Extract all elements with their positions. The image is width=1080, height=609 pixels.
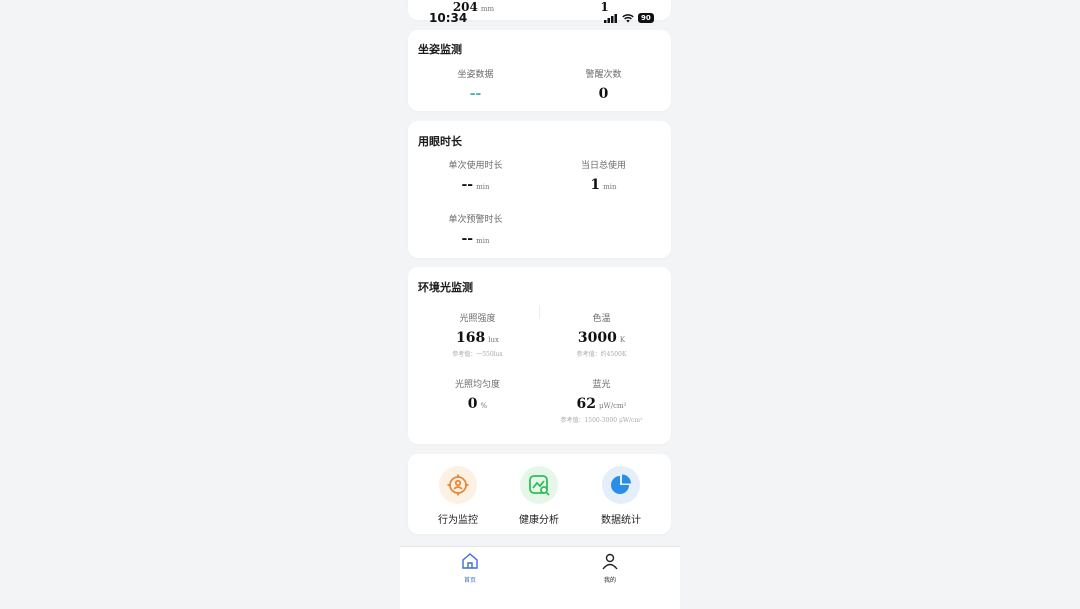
eye-time-title: 用眼时长 bbox=[418, 135, 462, 148]
target-person-icon bbox=[439, 466, 477, 504]
phone-screen: 204 mm 1 10:34 90 坐姿监测 坐姿数据 -- 警醒次数 0 用眼… bbox=[400, 0, 680, 609]
blue-light-cell[interactable]: 蓝光 62 μW/cm² 参考值：1500-3000 μW/cm² bbox=[536, 377, 667, 424]
behavior-monitor-button[interactable]: 行为监控 bbox=[418, 466, 498, 526]
single-use-cell[interactable]: 单次使用时长 -- min bbox=[410, 158, 541, 193]
single-warning-cell[interactable]: 单次预警时长 -- min bbox=[410, 212, 541, 247]
daily-total-cell[interactable]: 当日总使用 1 min bbox=[538, 158, 669, 193]
color-temp-ref: 参考值：约4500K bbox=[576, 351, 627, 358]
status-icons: 90 bbox=[604, 13, 654, 23]
posture-data-cell[interactable]: 坐姿数据 -- bbox=[410, 67, 541, 102]
blue-light-ref: 参考值：1500-3000 μW/cm² bbox=[560, 417, 643, 424]
ambient-title: 环境光监测 bbox=[418, 281, 473, 294]
tab-mine[interactable]: 我的 bbox=[580, 552, 640, 584]
status-bar: 10:34 90 bbox=[400, 0, 680, 30]
wifi-icon bbox=[622, 13, 634, 22]
illuminance-cell[interactable]: 光照强度 168 lux 参考值：一550lux bbox=[412, 311, 543, 358]
tab-home[interactable]: 首页 bbox=[440, 552, 500, 584]
battery-icon: 90 bbox=[638, 13, 654, 23]
status-time: 10:34 bbox=[429, 11, 468, 25]
pie-chart-icon bbox=[602, 466, 640, 504]
health-analysis-button[interactable]: 健康分析 bbox=[499, 466, 579, 526]
user-icon bbox=[602, 553, 618, 570]
data-statistics-button[interactable]: 数据统计 bbox=[581, 466, 661, 526]
ambient-light-card: 环境光监测 光照强度 168 lux 参考值：一550lux 色温 3000 K 参… bbox=[408, 267, 671, 444]
alert-count-cell[interactable]: 警醒次数 0 bbox=[538, 67, 669, 102]
posture-card: 坐姿监测 坐姿数据 -- 警醒次数 0 bbox=[408, 30, 671, 111]
posture-title: 坐姿监测 bbox=[418, 43, 462, 56]
illuminance-ref: 参考值：一550lux bbox=[452, 351, 503, 358]
color-temp-cell[interactable]: 色温 3000 K 参考值：约4500K bbox=[536, 311, 667, 358]
quick-actions-card: 行为监控 健康分析 数据统计 bbox=[408, 454, 671, 534]
health-chart-icon bbox=[520, 466, 558, 504]
uniformity-cell[interactable]: 光照均匀度 0% bbox=[412, 377, 543, 412]
home-icon bbox=[462, 553, 478, 569]
bottom-tab-bar: 首页 我的 bbox=[400, 546, 680, 609]
eye-time-card: 用眼时长 单次使用时长 -- min 当日总使用 1 min 单次预警时长 -- mi… bbox=[408, 121, 671, 258]
signal-icon bbox=[604, 13, 617, 23]
